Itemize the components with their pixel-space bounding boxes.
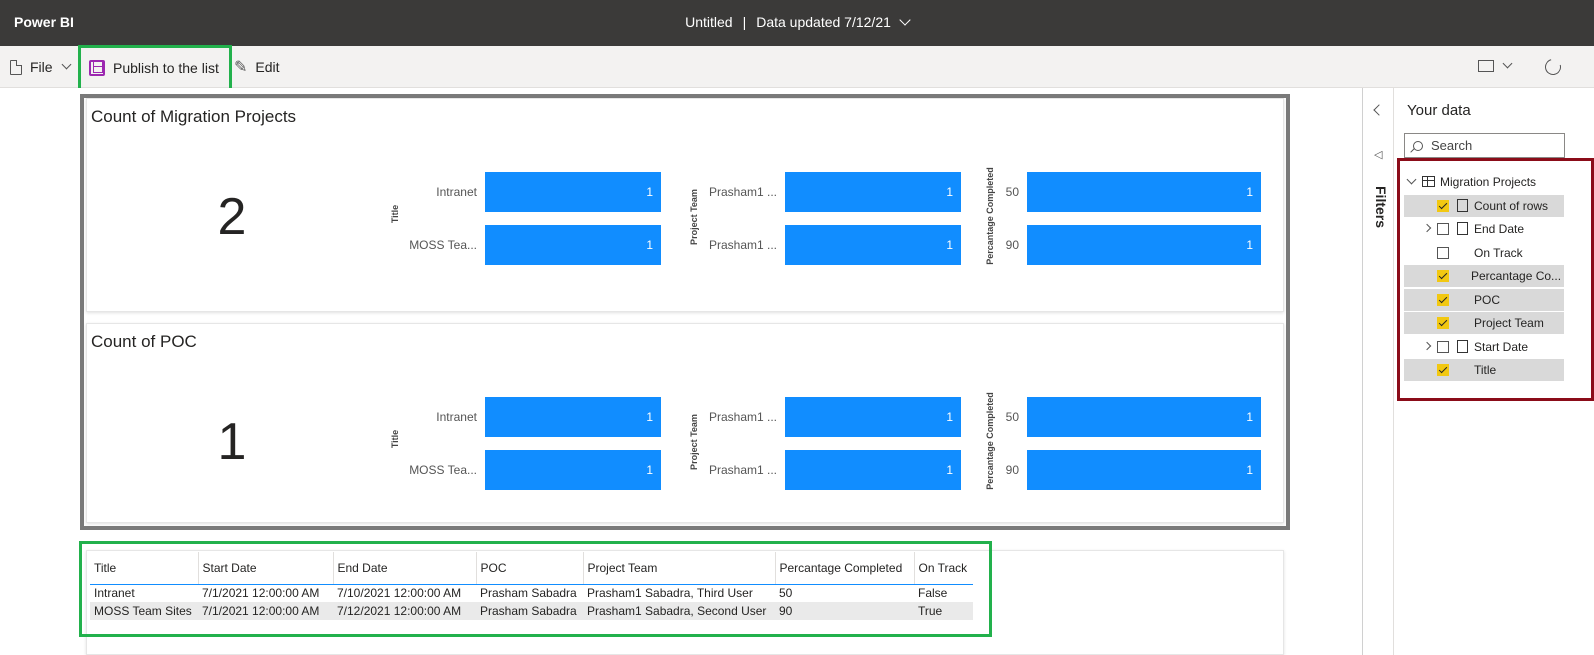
bar-value-label: 1 (946, 410, 953, 424)
chart-axis-label: Title (390, 204, 400, 224)
filters-pane[interactable]: ◁ Filters (1362, 88, 1394, 655)
chart-bar[interactable]: 1 (785, 225, 961, 265)
chevron-down-icon (1502, 58, 1513, 68)
bar-value-label: 1 (1246, 185, 1253, 199)
chart-category-label: MOSS Tea... (409, 238, 477, 252)
card-big-number: 2 (217, 188, 247, 246)
bar-value-label: 1 (946, 463, 953, 477)
chart-bar[interactable]: 1 (785, 397, 961, 437)
page-view-icon (1478, 60, 1494, 72)
title-separator: | (742, 14, 747, 30)
filter-icon: ◁ (1374, 149, 1383, 161)
bar-value-label: 1 (946, 238, 953, 252)
chart-bar[interactable]: 1 (485, 397, 661, 437)
fields-highlight-outline (1397, 158, 1594, 401)
bar-value-label: 1 (1246, 238, 1253, 252)
chart-bar[interactable]: 1 (785, 172, 961, 212)
document-title: Untitled (685, 14, 733, 30)
data-pane-title: Your data (1407, 102, 1471, 119)
filters-label[interactable]: Filters (1373, 186, 1389, 228)
chevron-left-icon[interactable] (1373, 104, 1385, 116)
data-updated-label: Data updated 7/12/21 (756, 14, 891, 30)
bar-value-label: 1 (646, 185, 653, 199)
view-mode-button[interactable] (1478, 58, 1513, 72)
search-icon (1413, 140, 1423, 151)
chart-category-label: 50 (1005, 185, 1019, 199)
file-label: File (30, 59, 53, 75)
chart-category-label: Intranet (436, 185, 477, 199)
edit-button[interactable]: ✎ Edit (234, 46, 280, 88)
bar-value-label: 1 (946, 185, 953, 199)
edit-label: Edit (255, 59, 280, 75)
chart-axis-label: Percantage Completed (985, 392, 995, 490)
publish-label: Publish to the list (113, 60, 219, 76)
bar-value-label: 1 (1246, 463, 1253, 477)
file-menu-button[interactable]: File (10, 46, 72, 88)
chart-axis-label: Project Team (689, 414, 699, 470)
chart-bar[interactable]: 1 (1027, 225, 1261, 265)
chart-category-label: 90 (1005, 238, 1019, 252)
chart-axis-label: Percantage Completed (985, 167, 995, 265)
chart-axis-label: Title (390, 429, 400, 449)
chart-bar[interactable]: 1 (485, 172, 661, 212)
file-icon (10, 59, 22, 75)
chart-category-label: Prasham1 ... (708, 410, 777, 424)
pencil-icon: ✎ (234, 59, 248, 76)
chevron-down-icon (61, 59, 72, 69)
chart-category-label: Prasham1 ... (708, 463, 777, 477)
chart-category-label: 50 (1005, 410, 1019, 424)
chart-category-label: Prasham1 ... (708, 238, 777, 252)
publish-button[interactable]: Publish to the list (78, 45, 232, 91)
document-title-bar[interactable]: Untitled | Data updated 7/12/21 (0, 14, 1594, 30)
toolbar: File ✎ Edit (0, 46, 1594, 88)
card-big-number: 1 (217, 413, 247, 471)
search-input[interactable]: Search (1404, 133, 1565, 158)
card-title: Count of POC (91, 332, 197, 351)
card-poc[interactable]: Count of POC 1 Title Intranet MOSS Tea..… (86, 323, 1284, 523)
bar-value-label: 1 (646, 463, 653, 477)
chart-bar[interactable]: 1 (485, 225, 661, 265)
search-placeholder: Search (1431, 138, 1473, 153)
chart-category-label: Intranet (436, 410, 477, 424)
refresh-icon[interactable] (1542, 56, 1564, 78)
card-migration-projects[interactable]: Count of Migration Projects 2 Title Intr… (86, 98, 1284, 312)
card-title: Count of Migration Projects (91, 107, 297, 126)
bar-value-label: 1 (646, 410, 653, 424)
chart-bar[interactable]: 1 (1027, 172, 1261, 212)
chevron-down-icon[interactable] (899, 14, 911, 26)
save-icon (89, 60, 105, 76)
chart-bar[interactable]: 1 (1027, 397, 1261, 437)
bar-value-label: 1 (646, 238, 653, 252)
chart-bar[interactable]: 1 (785, 450, 961, 490)
chart-category-label: 90 (1005, 463, 1019, 477)
chart-axis-label: Project Team (689, 189, 699, 245)
table-highlight-outline (79, 541, 992, 637)
chart-bar[interactable]: 1 (485, 450, 661, 490)
chart-category-label: Prasham1 ... (708, 185, 777, 199)
top-bar: Power BI Untitled | Data updated 7/12/21 (0, 0, 1594, 46)
chart-category-label: MOSS Tea... (409, 463, 477, 477)
chart-bar[interactable]: 1 (1027, 450, 1261, 490)
bar-value-label: 1 (1246, 410, 1253, 424)
